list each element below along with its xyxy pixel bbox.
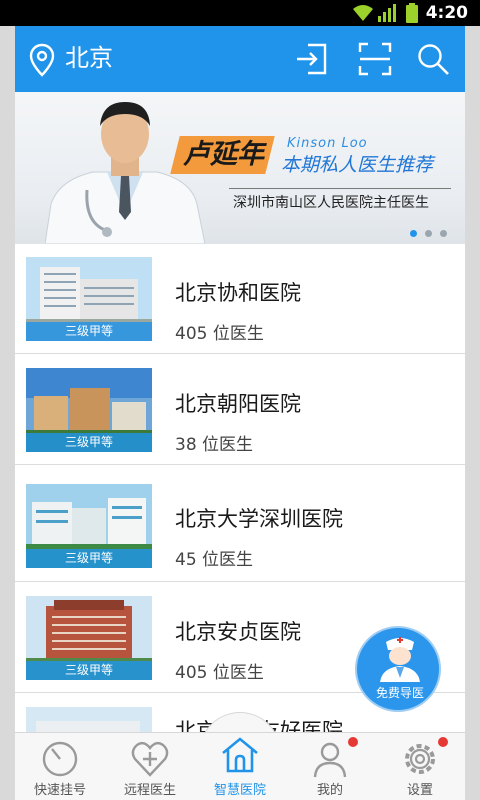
carousel-dot[interactable] (425, 230, 432, 237)
hospital-grade: 三级甲等 (26, 433, 152, 452)
doctor-count: 405 位医生 (175, 663, 264, 683)
banner-divider (229, 188, 451, 189)
hospital-photo: 三级甲等 (26, 368, 152, 452)
notification-badge (438, 737, 448, 747)
app-screen: 北京 卢延年 Kinson Loo 本期私人医生推荐 深圳市南山区人民医院主任医… (15, 26, 465, 800)
doctor-count: 405 位医生 (175, 324, 264, 344)
sign-in-button[interactable] (293, 41, 329, 77)
hospital-photo: 三级甲等 (26, 257, 152, 341)
tab-label: 远程医生 (123, 783, 176, 798)
banner-tagline: 本期私人医生推荐 (281, 154, 434, 176)
bottom-tab-bar: 快速挂号 远程医生 智慧医院 我的 设置 (15, 732, 465, 800)
hospital-name: 北京大学深圳医院 (175, 507, 343, 531)
search-button[interactable] (415, 41, 451, 77)
hospital-grade: 三级甲等 (26, 661, 152, 680)
hospital-name: 北京安贞医院 (175, 620, 301, 644)
tab-label: 智慧医院 (213, 783, 266, 798)
doctor-name-en: Kinson Loo (287, 136, 368, 151)
free-guide-button[interactable]: 免费导医 (355, 626, 441, 712)
status-bar: 4:20 (0, 0, 480, 26)
hospital-icon (222, 737, 258, 773)
doctor-banner[interactable]: 卢延年 Kinson Loo 本期私人医生推荐 深圳市南山区人民医院主任医生 (15, 92, 465, 244)
dial-icon (42, 741, 78, 777)
hospital-row[interactable]: 三级甲等 北京大学深圳医院 45 位医生 (15, 466, 465, 582)
tab-label: 设置 (406, 783, 433, 798)
doctor-count: 38 位医生 (175, 435, 254, 455)
free-guide-label: 免费导医 (375, 686, 424, 700)
person-icon (313, 742, 347, 778)
heart-plus-icon (131, 741, 169, 777)
hospital-name: 北京朝阳医院 (175, 392, 301, 416)
sign-in-icon (297, 43, 327, 75)
hospital-photo: 三级甲等 (26, 596, 152, 680)
hospital-grade: 三级甲等 (26, 322, 152, 341)
carousel-dot[interactable] (410, 230, 417, 237)
tab-smart-hospital[interactable]: 智慧医院 (195, 733, 285, 800)
app-bar: 北京 (15, 26, 465, 92)
tab-label: 快速挂号 (33, 783, 86, 798)
tab-quick-register[interactable]: 快速挂号 (15, 733, 105, 800)
city-selector[interactable]: 北京 (65, 42, 113, 74)
location-pin-icon[interactable] (29, 43, 55, 77)
hospital-name: 北京协和医院 (175, 281, 301, 305)
status-time: 4:20 (425, 3, 468, 23)
hospital-photo: 三级甲等 (26, 484, 152, 568)
hospital-row[interactable]: 三级甲等 北京协和医院 405 位医生 (15, 244, 465, 354)
carousel-dot[interactable] (440, 230, 447, 237)
tab-mine[interactable]: 我的 (285, 733, 375, 800)
carousel-indicator (410, 230, 447, 237)
tab-remote-doctor[interactable]: 远程医生 (105, 733, 195, 800)
tab-label: 我的 (316, 783, 343, 798)
nurse-icon (380, 637, 420, 682)
signal-icon (378, 4, 396, 22)
gear-icon (405, 744, 435, 774)
tab-settings[interactable]: 设置 (375, 733, 465, 800)
hospital-grade: 三级甲等 (26, 549, 152, 568)
scan-button[interactable] (357, 41, 393, 77)
search-icon (418, 44, 449, 75)
doctor-name: 卢延年 (183, 139, 264, 170)
battery-icon (406, 3, 418, 23)
scan-icon (358, 42, 392, 76)
notification-badge (348, 737, 358, 747)
wifi-icon (353, 5, 373, 21)
doctor-count: 45 位医生 (175, 550, 254, 570)
hospital-row[interactable]: 三级甲等 北京朝阳医院 38 位医生 (15, 355, 465, 465)
doctor-title: 深圳市南山区人民医院主任医生 (233, 195, 429, 211)
